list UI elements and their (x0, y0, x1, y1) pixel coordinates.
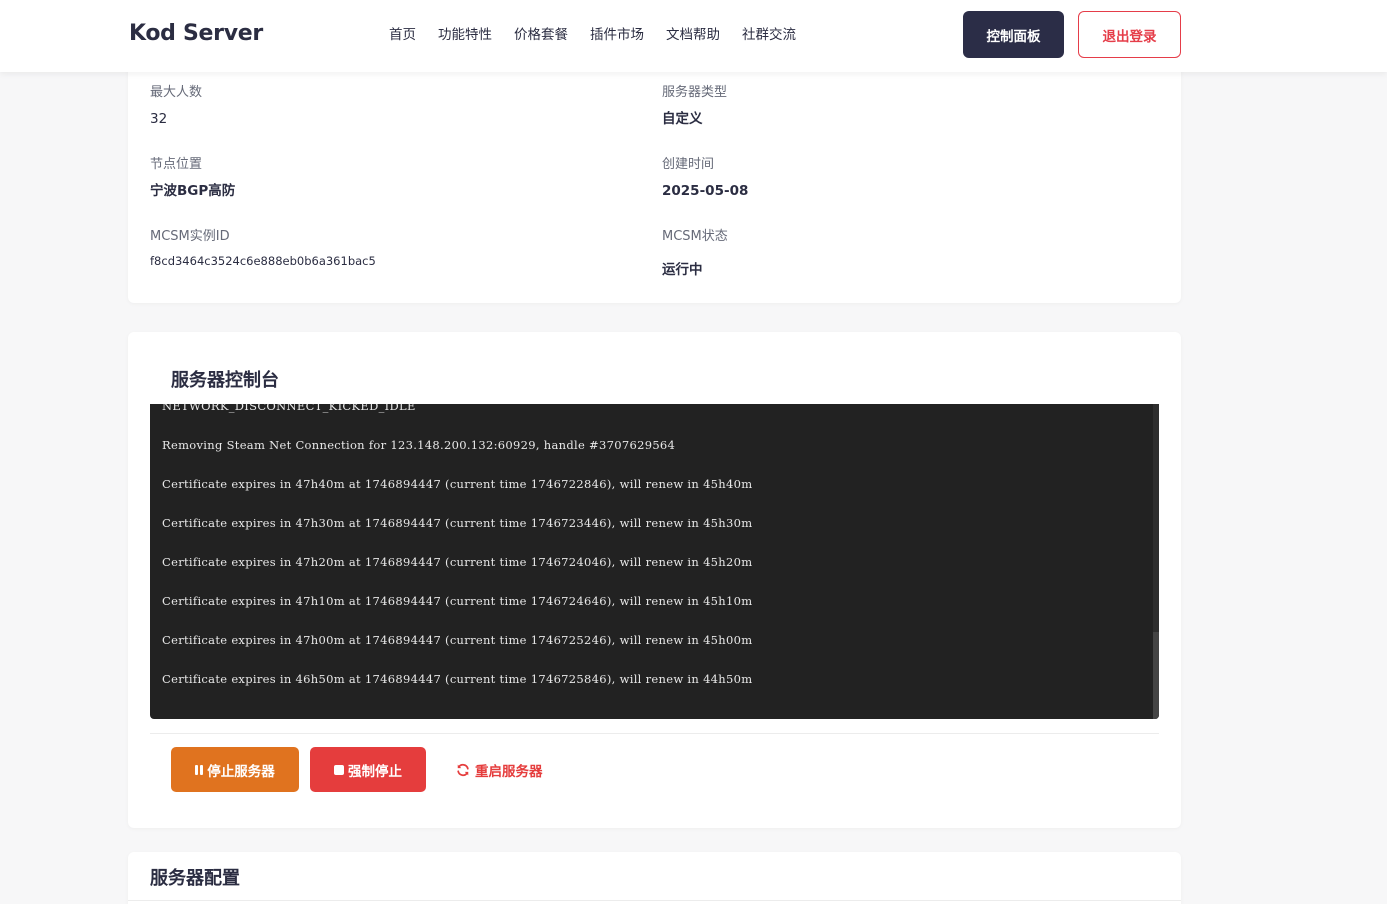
console-scrollbar[interactable] (1153, 404, 1159, 719)
console-title: 服务器控制台 (171, 370, 279, 391)
server-info-card: 最大人数 32 服务器类型 自定义 节点位置 宁波BGP高防 创建时间 2025… (128, 60, 1181, 303)
console-line: Removing Steam Net Connection for 123.14… (162, 438, 676, 452)
dashboard-button[interactable]: 控制面板 (963, 11, 1064, 58)
console-line: NETWORK_DISCONNECT_KICKED_IDLE (162, 404, 416, 413)
server-config-card: 服务器配置 (128, 852, 1181, 904)
force-stop-label: 强制停止 (348, 763, 402, 780)
max-players-field: 最大人数 32 (150, 84, 202, 128)
top-navbar: Kod Server 首页 功能特性 价格套餐 插件市场 文档帮助 社群交流 控… (0, 0, 1387, 72)
config-title: 服务器配置 (150, 868, 240, 889)
nav-link-features[interactable]: 功能特性 (438, 26, 492, 44)
nav-link-docs[interactable]: 文档帮助 (666, 26, 720, 44)
console-line: Certificate expires in 47h10m at 1746894… (162, 594, 753, 608)
nav-link-pricing[interactable]: 价格套餐 (514, 26, 568, 44)
node-location-field: 节点位置 宁波BGP高防 (150, 156, 235, 200)
console-line: Certificate expires in 47h00m at 1746894… (162, 633, 753, 647)
brand-logo[interactable]: Kod Server (129, 21, 263, 46)
mcsm-status-field: MCSM状态 运行中 (662, 228, 728, 279)
node-location-label: 节点位置 (150, 157, 203, 172)
restart-server-label: 重启服务器 (475, 764, 543, 780)
stop-server-label: 停止服务器 (207, 763, 275, 780)
nav-link-home[interactable]: 首页 (389, 26, 416, 44)
console-line: Certificate expires in 47h20m at 1746894… (162, 555, 753, 569)
mcsm-id-label: MCSM实例ID (150, 229, 230, 244)
stop-icon (334, 764, 344, 775)
restart-server-button[interactable]: 重启服务器 (456, 759, 543, 781)
console-line: Certificate expires in 46h50m at 1746894… (162, 672, 753, 686)
mcsm-id-field: MCSM实例ID f8cd3464c3524c6e888eb0b6a361bac… (150, 228, 376, 270)
config-divider (128, 900, 1181, 901)
node-location-value: 宁波BGP高防 (150, 183, 236, 199)
force-stop-button[interactable]: 强制停止 (310, 747, 426, 792)
nav-link-community[interactable]: 社群交流 (742, 26, 796, 44)
nav-link-plugins[interactable]: 插件市场 (590, 26, 644, 44)
mcsm-id-value: f8cd3464c3524c6e888eb0b6a361bac5 (150, 254, 376, 268)
server-console-card: 服务器控制台 NETWORK_DISCONNECT_KICKED_IDLE Re… (128, 332, 1181, 828)
server-type-label: 服务器类型 (662, 85, 728, 100)
refresh-icon (457, 763, 469, 777)
console-scrollbar-thumb[interactable] (1153, 632, 1159, 719)
mcsm-status-label: MCSM状态 (662, 229, 728, 244)
server-type-field: 服务器类型 自定义 (662, 84, 727, 128)
console-divider (150, 733, 1159, 734)
pause-icon (195, 764, 204, 775)
nav-links: 首页 功能特性 价格套餐 插件市场 文档帮助 社群交流 (389, 26, 818, 44)
console-line: Certificate expires in 47h40m at 1746894… (162, 477, 753, 491)
created-time-value: 2025-05-08 (662, 183, 749, 199)
console-line: Certificate expires in 47h30m at 1746894… (162, 516, 753, 530)
stop-server-button[interactable]: 停止服务器 (171, 747, 299, 792)
mcsm-status-value: 运行中 (662, 262, 703, 278)
console-terminal[interactable]: NETWORK_DISCONNECT_KICKED_IDLE Removing … (150, 404, 1159, 719)
logout-button[interactable]: 退出登录 (1078, 11, 1181, 58)
created-time-label: 创建时间 (662, 157, 715, 172)
created-time-field: 创建时间 2025-05-08 (662, 156, 748, 200)
server-type-value: 自定义 (662, 111, 703, 127)
console-output: NETWORK_DISCONNECT_KICKED_IDLE Removing … (162, 404, 1147, 710)
max-players-label: 最大人数 (150, 85, 203, 100)
max-players-value: 32 (150, 111, 168, 127)
